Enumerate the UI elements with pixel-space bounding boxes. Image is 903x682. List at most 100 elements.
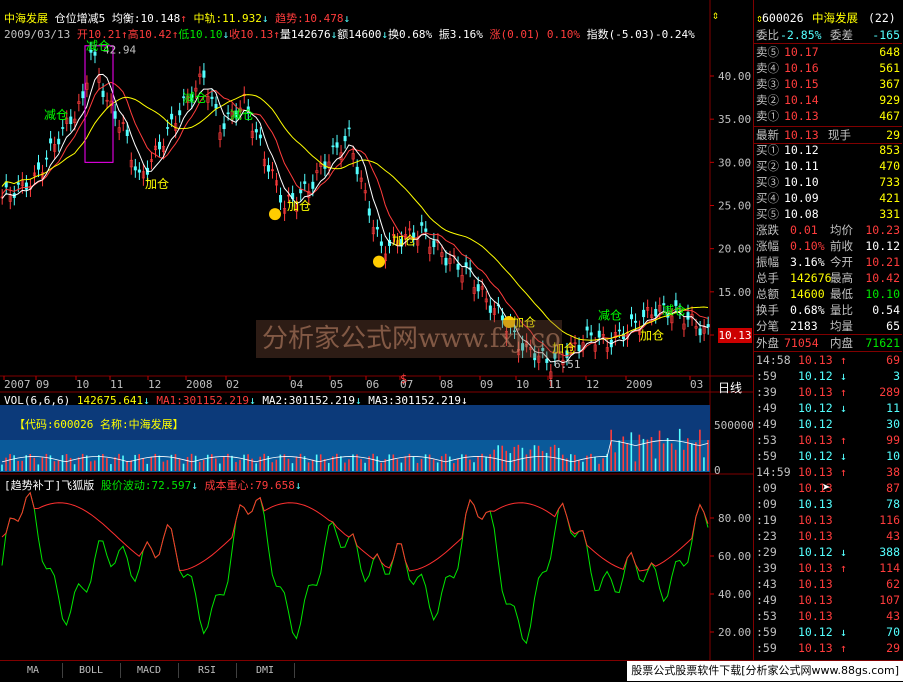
candle-body [585, 326, 589, 331]
candle-body [630, 314, 634, 320]
smiley-icon [373, 255, 385, 268]
ad-banner[interactable]: 股票公式股票软件下载[分析家公式网www.88gs.com] [627, 661, 903, 681]
sidebar-name: 中海发展 [812, 11, 858, 25]
bottom-bar: MA BOLL MACD RSI DMI 股票公式股票软件下载[分析家公式网www.88… [0, 660, 903, 682]
tick-row: :59 10.12 ↓ 70 [754, 624, 903, 640]
tick-volume: 43 [886, 609, 900, 623]
tick-row: :59 10.12 ↓ 10 [754, 448, 903, 464]
price-axis-label: 30.00 [718, 156, 751, 169]
sell-row: 卖④ 10.16 561 [754, 60, 902, 76]
price-marker: 10.13 [718, 328, 752, 343]
tick-volume: 99 [886, 433, 900, 447]
tick-time: :49 [756, 401, 777, 415]
tick-direction: ↑ [840, 353, 847, 367]
tab-boll[interactable]: BOLL [62, 663, 121, 678]
sell-label: 卖② [756, 93, 779, 107]
candle-body [170, 113, 174, 120]
tick-row: :43 10.13 62 [754, 576, 903, 592]
tick-volume: 114 [879, 561, 900, 575]
candle-body [654, 309, 658, 317]
osc-title: [趋势补丁]飞狐版 [4, 479, 95, 492]
candle-body [686, 312, 690, 320]
tab-dmi[interactable]: DMI [236, 663, 295, 678]
vol-ma1: MA1:301152.219 [156, 394, 250, 407]
weibi-value: -2.85% [780, 28, 822, 42]
highlight-box [84, 45, 114, 163]
tick-price: 10.13 [798, 641, 833, 655]
tab-rsi[interactable]: RSI [178, 663, 237, 678]
candle-body [424, 228, 428, 232]
tick-time: 14:59 [756, 465, 791, 479]
candle-body [81, 91, 85, 99]
stat-row: 总额 14600 最低 10.10 [754, 286, 902, 302]
vol-value: 142675.641 [76, 394, 144, 407]
sell-row: 卖② 10.14 929 [754, 92, 902, 108]
chart-area[interactable]: 40.0035.0030.0025.0020.0015.0010.0042.94… [0, 0, 753, 660]
buy-label: 买⑤ [756, 207, 779, 221]
tick-time: :09 [756, 481, 777, 495]
candle-body [432, 240, 436, 248]
stat-label: 总手 [756, 271, 779, 285]
candle-body [222, 123, 226, 130]
candle-body [698, 328, 702, 336]
period-label[interactable]: 日线 [718, 379, 742, 396]
tick-row: :19 10.13 116 [754, 512, 903, 528]
tick-time: :59 [756, 625, 777, 639]
tick-time: :49 [756, 417, 777, 431]
buy-row: 买③ 10.10 733 [754, 174, 902, 190]
buy-price: 10.09 [784, 191, 819, 205]
stat-row: 分笔 2183 均量 65 [754, 318, 902, 334]
sell-volume: 561 [879, 61, 900, 75]
candle-body [303, 181, 307, 184]
volume-label: 量142676 [279, 28, 331, 41]
candle-body [178, 110, 182, 116]
osc-wave: 股价波动:72.597 [100, 479, 192, 492]
tick-row: :23 10.13 43 [754, 528, 903, 544]
candle-body [597, 330, 601, 338]
tick-time: :53 [756, 609, 777, 623]
candle-body [137, 169, 141, 173]
volume-axis-label: 500000 [714, 419, 753, 432]
candle-body [347, 127, 351, 130]
buy-price: 10.08 [784, 207, 819, 221]
candle-body [375, 226, 379, 230]
tick-volume: 3 [893, 369, 900, 383]
tick-row: 14:58 10.13 ↑ 69 [754, 352, 903, 368]
stat-label: 分笔 [756, 319, 779, 333]
tick-price: 10.13 [798, 513, 833, 527]
candle-body [577, 344, 581, 352]
buy-row: 买② 10.11 470 [754, 158, 902, 174]
osc-axis-label: 60.00 [718, 550, 751, 563]
tick-direction: ↑ [840, 641, 847, 655]
stat-value: 10.23 [865, 223, 900, 237]
amplitude-label: 振3.16% [438, 28, 483, 41]
stat-label: 均量 [830, 319, 853, 333]
tick-price: 10.12 [798, 545, 833, 559]
stat-value: 3.16% [790, 255, 825, 269]
tick-direction: ↓ [840, 625, 847, 639]
candle-body [210, 96, 214, 99]
buy-label: 买② [756, 159, 779, 173]
tab-macd[interactable]: MACD [120, 663, 179, 678]
tab-ma[interactable]: MA [4, 663, 63, 678]
candle-body [226, 112, 230, 115]
tick-price: 10.12 [798, 401, 833, 415]
tick-price: 10.12 [798, 449, 833, 463]
scroll-arrows-icon[interactable]: ⇕ [712, 8, 719, 22]
waipan-value: 71054 [784, 336, 819, 350]
tick-row: :49 10.12 30 [754, 416, 903, 432]
reduce-annotation: 减仓 [598, 308, 622, 322]
stat-label: 换手 [756, 303, 779, 317]
waipan-row: 外盘 71054 内盘 71621 [754, 334, 902, 352]
osc-axis-label: 20.00 [718, 626, 751, 639]
tick-direction: ↓ [840, 401, 847, 415]
buy-label: 买④ [756, 191, 779, 205]
price-axis-label: 35.00 [718, 113, 751, 126]
candle-body [379, 241, 383, 246]
sidebar-num: (22) [868, 11, 896, 25]
candle-body [367, 208, 371, 216]
price-axis-label: 20.00 [718, 243, 751, 256]
buy-row: 买④ 10.09 421 [754, 190, 902, 206]
candle-body [331, 145, 335, 148]
tick-row: :49 10.12 ↓ 11 [754, 400, 903, 416]
